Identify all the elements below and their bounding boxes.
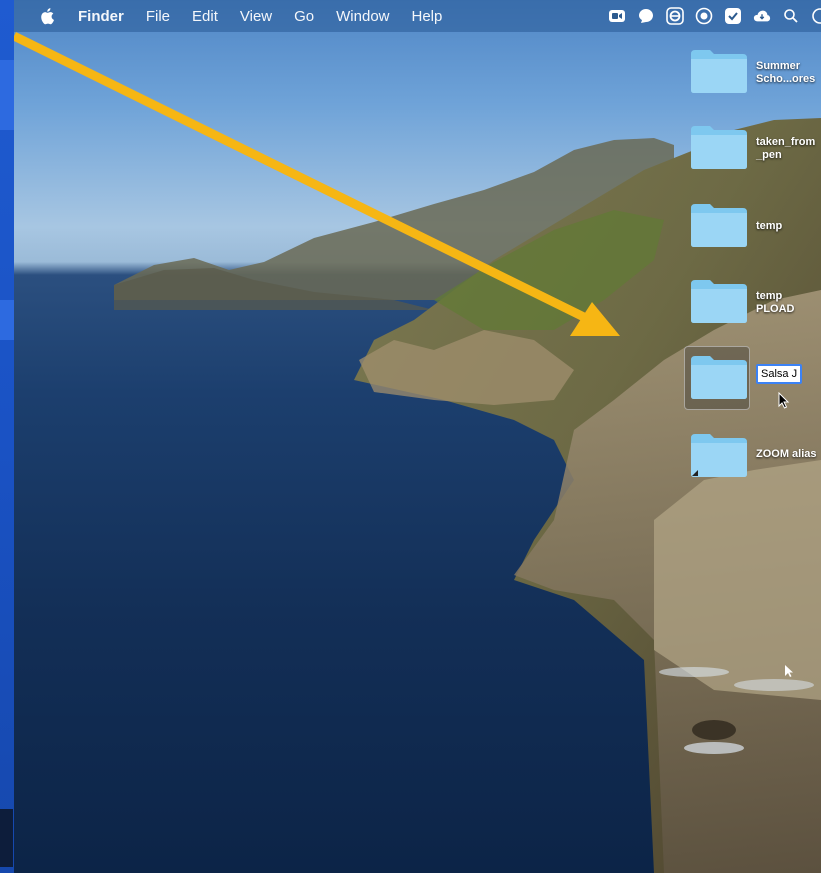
desktop-folder-taken-from-pen[interactable]: taken_from _pen — [690, 124, 821, 182]
search-icon[interactable] — [782, 7, 800, 25]
folder-icon — [691, 434, 747, 477]
folder-icon — [691, 126, 747, 169]
mouse-cursor-icon — [785, 665, 793, 677]
folder-icon — [691, 204, 747, 247]
menu-finder[interactable]: Finder — [78, 8, 124, 25]
folder-icon — [691, 280, 747, 323]
left-window-strip — [0, 0, 15, 873]
mouse-cursor-icon — [778, 392, 790, 409]
e-icon[interactable] — [666, 7, 684, 25]
menu-help[interactable]: Help — [412, 8, 443, 25]
menu-go[interactable]: Go — [294, 8, 314, 25]
folder-label: Summer Scho...ores — [756, 60, 816, 85]
folder-label: temp PLOAD — [756, 290, 795, 315]
folder-label: ZOOM alias — [756, 448, 817, 460]
menu-file[interactable]: File — [146, 8, 170, 25]
bubble-icon[interactable] — [637, 7, 655, 25]
circle-icon[interactable] — [695, 7, 713, 25]
folder-label: temp — [756, 220, 783, 232]
control-center-icon[interactable] — [811, 7, 821, 25]
zoom-icon[interactable] — [608, 7, 626, 25]
strip-segment — [0, 300, 14, 340]
apple-icon[interactable] — [38, 6, 58, 26]
check-icon[interactable] — [724, 7, 742, 25]
menu-window[interactable]: Window — [336, 8, 389, 25]
strip-segment — [0, 60, 14, 130]
status-icons — [608, 0, 821, 32]
cloud-icon[interactable] — [753, 7, 771, 25]
desktop-folder-temp[interactable]: temp — [690, 202, 821, 260]
menu-view[interactable]: View — [240, 8, 272, 25]
menu-edit[interactable]: Edit — [192, 8, 218, 25]
menu-bar: Finder File Edit View Go Window Help — [14, 0, 821, 32]
desktop-alias-zoom[interactable]: ZOOM alias — [690, 432, 821, 490]
folder-icon — [691, 50, 747, 93]
folder-label: taken_from _pen — [756, 136, 816, 161]
folder-icon — [691, 356, 747, 399]
desktop-folder-salsa-renaming[interactable]: Salsa J — [684, 346, 821, 412]
desktop-folder-temp-pload[interactable]: temp PLOAD — [690, 278, 821, 336]
rename-input[interactable]: Salsa J — [756, 364, 803, 384]
desktop-folder-summer-school[interactable]: Summer Scho...ores — [690, 48, 821, 106]
strip-thumbnail — [0, 809, 13, 867]
